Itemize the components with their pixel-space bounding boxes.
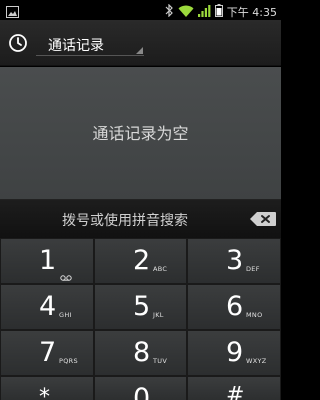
dialpad-key-digit: 0 <box>133 383 151 400</box>
dialpad-key-star[interactable]: * <box>0 376 94 400</box>
call-log-filter-dropdown[interactable]: 通话记录 <box>36 28 144 56</box>
dialpad-key-letters: MNO <box>246 311 263 319</box>
dialpad-key-9[interactable]: 9 WXYZ <box>187 330 281 376</box>
voicemail-icon <box>60 266 72 285</box>
dialpad-key-letters: WXYZ <box>246 357 267 365</box>
backspace-icon[interactable] <box>249 211 277 227</box>
dialpad-key-letters: JKL <box>153 311 164 319</box>
dialpad-key-6[interactable]: 6 MNO <box>187 284 281 330</box>
clock-icon[interactable] <box>5 30 31 56</box>
wifi-icon <box>178 2 194 21</box>
dialpad-key-5[interactable]: 5 JKL <box>94 284 187 330</box>
bluetooth-icon <box>165 2 174 21</box>
dialpad-key-digit: 1 <box>39 245 57 276</box>
dialpad-key-letters: DEF <box>246 265 260 273</box>
dialpad-key-digit: 2 <box>133 245 151 276</box>
battery-icon <box>214 2 223 21</box>
dialpad-key-digit: 8 <box>133 337 151 368</box>
signal-icon <box>197 2 211 21</box>
dialpad-key-digit: # <box>226 383 245 400</box>
dialpad-key-letters: GHI <box>59 311 72 319</box>
dialpad-key-letters: PQRS <box>59 357 78 365</box>
dialpad: 12ABC3DEF4GHI5JKL6MNO7PQRS8TUV9WXYZ*0+# <box>0 238 281 400</box>
dialpad-key-hash[interactable]: # <box>187 376 281 400</box>
dialpad-key-digit: 7 <box>39 337 57 368</box>
status-time: 下午 4:35 <box>226 5 277 19</box>
call-log-list: 通话记录为空 <box>0 67 281 200</box>
dialpad-key-digit: 5 <box>133 291 151 322</box>
dialpad-key-digit: 3 <box>226 245 244 276</box>
dialpad-key-letters: ABC <box>153 265 168 273</box>
dial-search-hint: 拨号或使用拼音搜索 <box>62 213 188 229</box>
dialpad-key-8[interactable]: 8 TUV <box>94 330 187 376</box>
dialpad-key-3[interactable]: 3 DEF <box>187 238 281 284</box>
dialpad-key-digit: 6 <box>226 291 244 322</box>
dialpad-key-7[interactable]: 7 PQRS <box>0 330 94 376</box>
dialpad-key-4[interactable]: 4 GHI <box>0 284 94 330</box>
header-bar: 通话记录 <box>0 20 281 66</box>
dropdown-corner-icon <box>136 47 143 54</box>
dialpad-key-digit: 9 <box>226 337 244 368</box>
dialpad-key-letters: TUV <box>153 357 168 365</box>
dialpad-key-digit: 4 <box>39 291 57 322</box>
dialpad-key-1[interactable]: 1 <box>0 238 94 284</box>
empty-call-log-message: 通话记录为空 <box>92 124 189 143</box>
dialpad-key-0[interactable]: 0+ <box>94 376 187 400</box>
dialpad-key-2[interactable]: 2 ABC <box>94 238 187 284</box>
dialpad-key-digit: * <box>39 385 50 400</box>
dial-search-field[interactable]: 拨号或使用拼音搜索 <box>0 200 281 238</box>
status-bar: 下午 4:35 <box>0 0 281 20</box>
call-log-filter-label: 通话记录 <box>48 38 104 54</box>
